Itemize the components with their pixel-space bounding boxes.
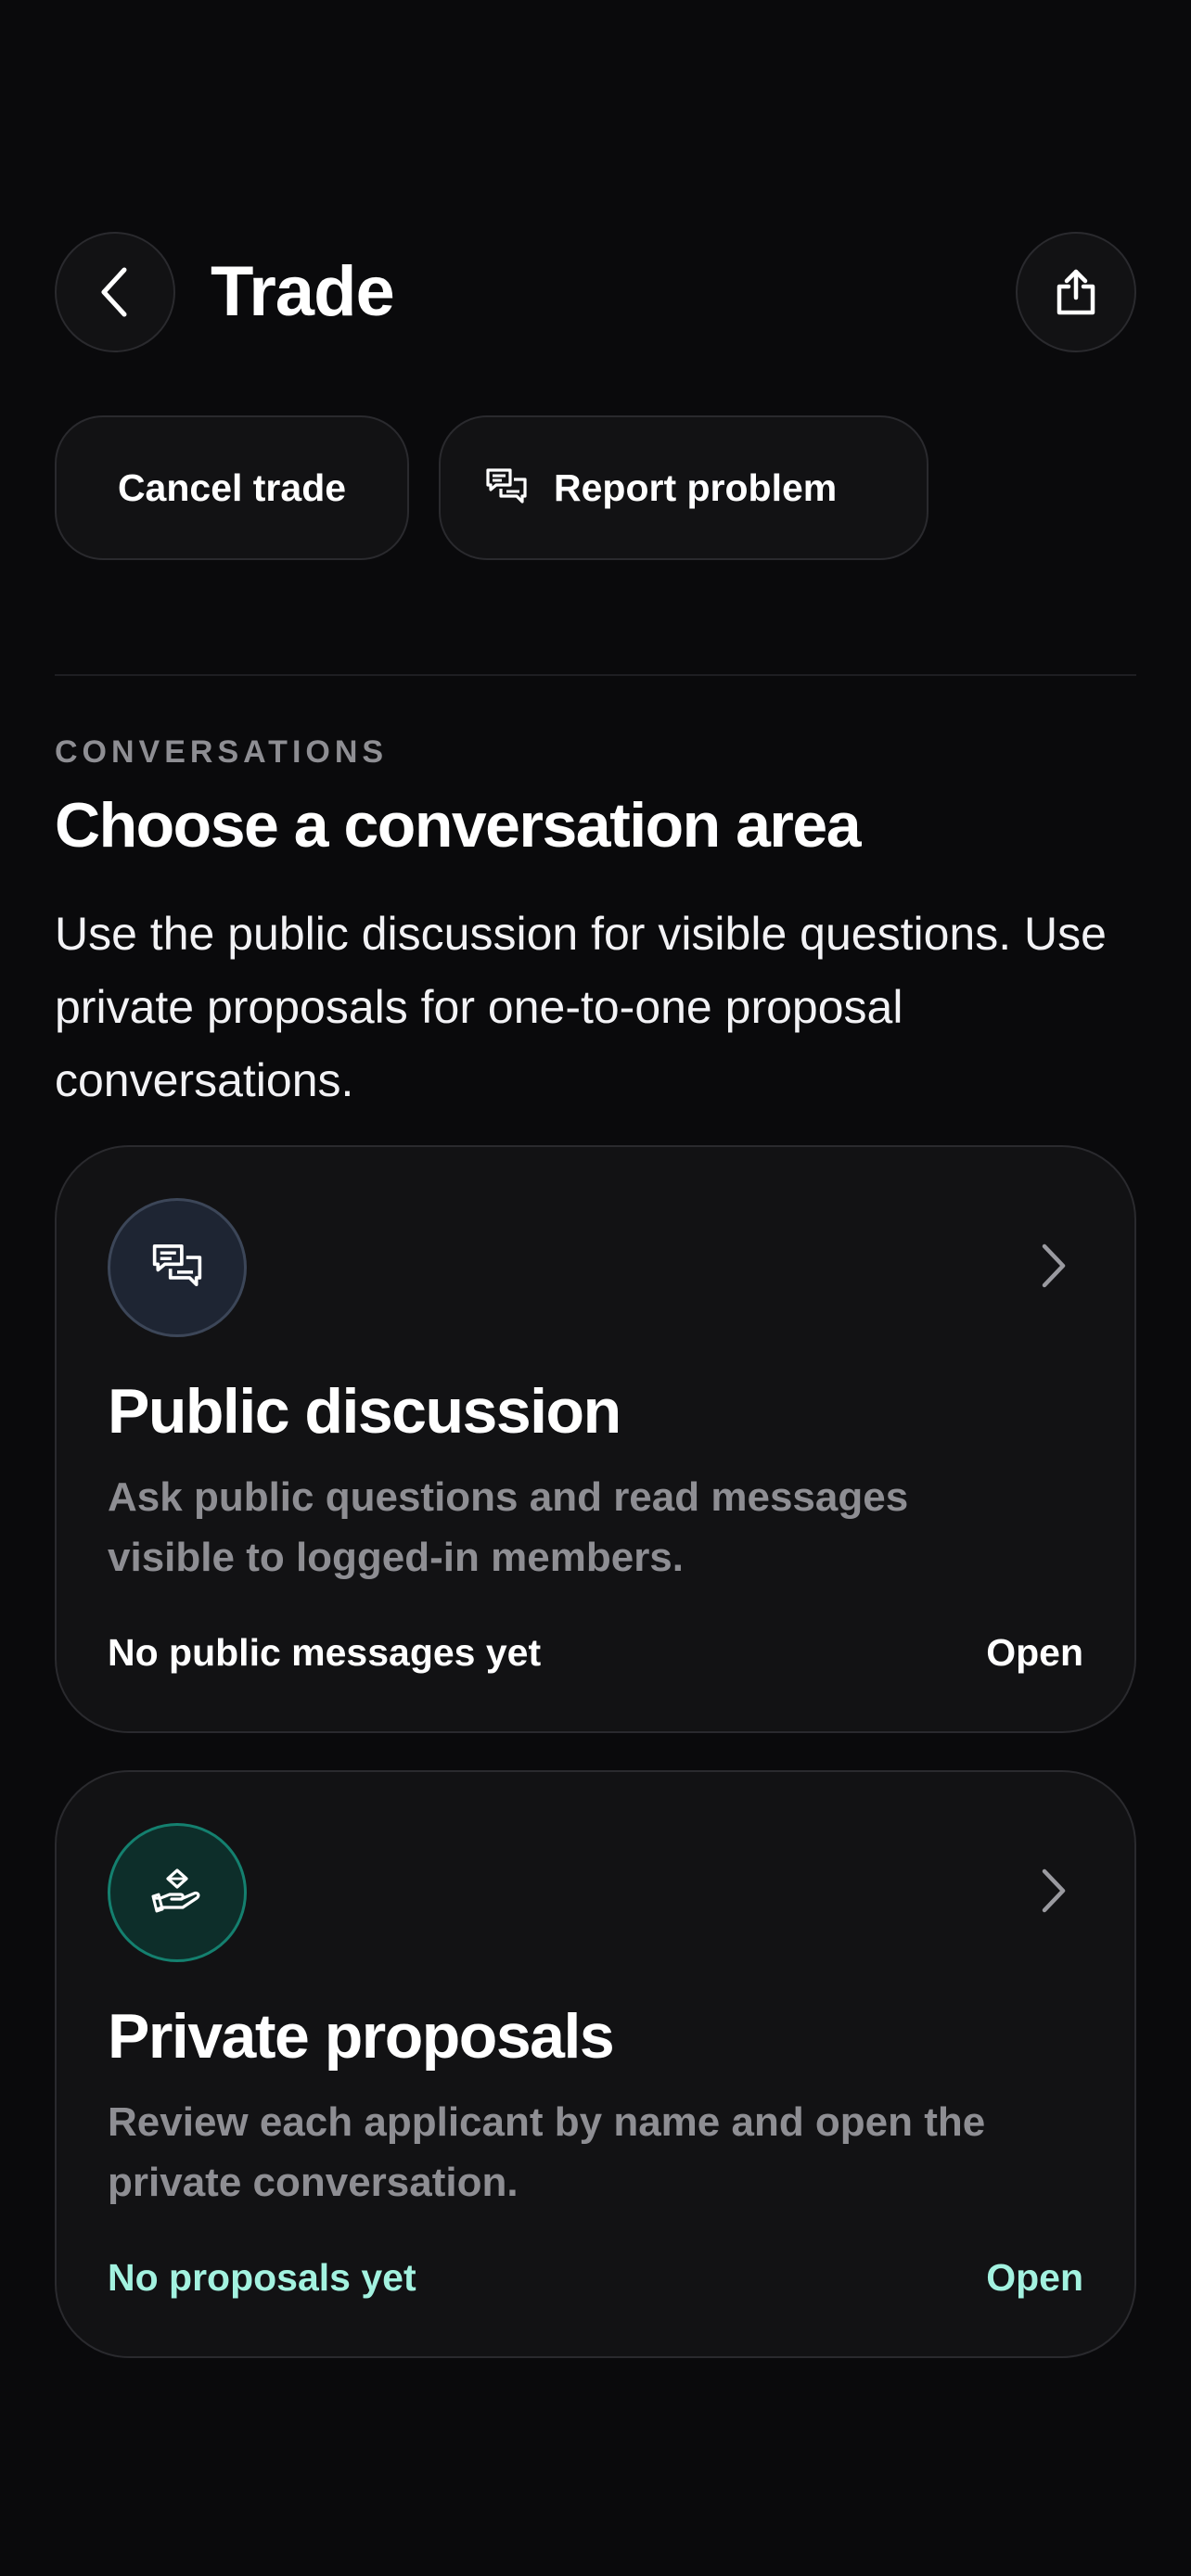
divider <box>55 674 1136 676</box>
trade-screen: Trade Cancel trade Report problem CONVER… <box>0 0 1191 2576</box>
card-title: Private proposals <box>108 2001 615 2072</box>
page-title: Trade <box>211 252 395 331</box>
card-status: No proposals yet <box>108 2256 416 2299</box>
open-link[interactable]: Open <box>986 2254 1083 2301</box>
report-problem-label: Report problem <box>554 465 838 509</box>
section-description: Use the public discussion for visible qu… <box>55 908 1107 1106</box>
cancel-trade-button[interactable]: Cancel trade <box>55 415 409 560</box>
private-proposals-card[interactable]: Private proposals Review each applicant … <box>55 1770 1136 2358</box>
report-problem-button[interactable]: Report problem <box>439 415 928 560</box>
hand-offer-icon <box>108 1823 247 1962</box>
section-title: Choose a conversation area <box>55 790 862 861</box>
cancel-trade-label: Cancel trade <box>117 465 347 509</box>
section-eyebrow: CONVERSATIONS <box>55 734 389 770</box>
header: Trade <box>55 232 1136 352</box>
chat-bubbles-icon <box>108 1198 247 1337</box>
chevron-right-icon <box>1031 1863 1077 1919</box>
card-title: Public discussion <box>108 1376 621 1447</box>
chevron-left-icon <box>96 266 134 318</box>
card-description: Review each applicant by name and open t… <box>108 2099 986 2205</box>
share-button[interactable] <box>1016 232 1136 352</box>
open-link[interactable]: Open <box>986 1629 1083 1676</box>
card-description: Ask public questions and read messages v… <box>108 1474 909 1580</box>
public-discussion-card[interactable]: Public discussion Ask public questions a… <box>55 1145 1136 1733</box>
back-button[interactable] <box>55 232 175 352</box>
share-icon <box>1054 268 1098 316</box>
chevron-right-icon <box>1031 1238 1077 1294</box>
chat-bubbles-icon <box>485 466 528 509</box>
trade-actions: Cancel trade Report problem <box>55 415 928 560</box>
card-status: No public messages yet <box>108 1631 542 1674</box>
